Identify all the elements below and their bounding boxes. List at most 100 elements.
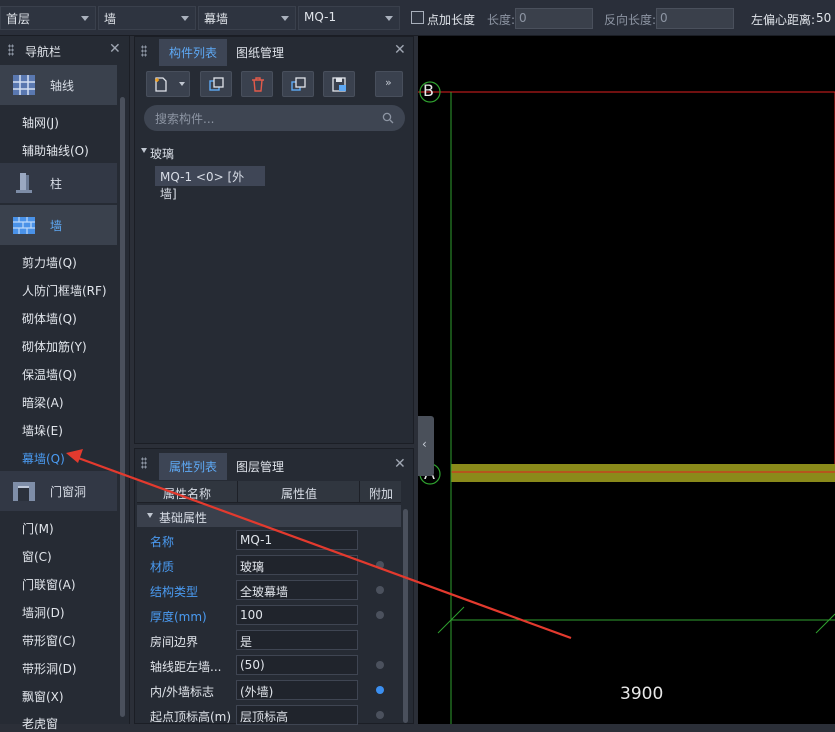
curtain-wall[interactable]: [451, 464, 835, 482]
component-select[interactable]: MQ-1: [298, 6, 400, 30]
tab-component-list[interactable]: 构件列表: [159, 39, 228, 66]
floor-select[interactable]: 首层: [0, 6, 96, 30]
drag-handle-icon[interactable]: [141, 457, 147, 469]
nav-item-masonry-wall[interactable]: 砌体墙(Q): [22, 310, 77, 327]
nav-item-curtain-wall[interactable]: 幕墙(Q): [22, 450, 65, 467]
property-value-field[interactable]: 玻璃: [236, 555, 358, 575]
column-divider: [237, 481, 238, 503]
nav-category-wall[interactable]: 墙: [0, 205, 117, 245]
attach-indicator-icon[interactable]: [376, 611, 384, 619]
drawing-canvas[interactable]: B A 3900: [418, 36, 835, 724]
tab-drawing-management[interactable]: 图纸管理: [236, 44, 284, 61]
collapse-panel-button[interactable]: ‹: [418, 416, 434, 476]
tab-layer-management[interactable]: 图层管理: [236, 458, 284, 475]
layer-copy-button[interactable]: [282, 71, 314, 97]
add-point-length-label: 点加长度: [427, 13, 476, 27]
nav-item-wall-opening[interactable]: 墙洞(D): [22, 604, 65, 621]
property-scrollbar[interactable]: [403, 509, 408, 723]
left-offset-input[interactable]: 50: [816, 11, 831, 25]
property-value-field[interactable]: 层顶标高: [236, 705, 358, 725]
tree-item-mq1[interactable]: MQ-1 <0> [外墙]: [155, 166, 265, 201]
component-select-value: MQ-1: [304, 10, 337, 24]
column-icon: [16, 173, 32, 193]
nav-category-label: 柱: [50, 176, 63, 191]
property-name: 材质: [150, 560, 175, 574]
new-component-button[interactable]: [146, 71, 190, 97]
drag-handle-icon[interactable]: [8, 44, 14, 56]
property-value-field[interactable]: MQ-1: [236, 530, 358, 550]
search-icon: [382, 112, 394, 124]
chevron-left-icon: ‹: [422, 437, 427, 451]
attach-indicator-icon[interactable]: [376, 561, 384, 569]
delete-component-button[interactable]: [241, 71, 273, 97]
attach-indicator-icon[interactable]: [376, 686, 384, 694]
save-icon: [332, 77, 346, 92]
nav-category-door-window[interactable]: 门窗洞: [0, 471, 117, 511]
property-value-field[interactable]: 是: [236, 630, 358, 650]
chevron-down-icon: [81, 16, 89, 21]
property-row[interactable]: 房间边界 是: [138, 628, 400, 653]
nav-category-column[interactable]: 柱: [0, 163, 117, 203]
property-value-field[interactable]: (外墙): [236, 680, 358, 700]
nav-item-bay-window[interactable]: 飘窗(X): [22, 688, 64, 705]
nav-scrollbar[interactable]: [120, 97, 125, 717]
nav-item-hidden-beam[interactable]: 暗梁(A): [22, 394, 64, 411]
column-header-name: 属性名称: [163, 487, 212, 501]
property-value-field[interactable]: 全玻幕墙: [236, 580, 358, 600]
property-name: 起点顶标高(m): [150, 710, 232, 724]
copy-component-button[interactable]: [200, 71, 232, 97]
column-header-extra: 附加: [369, 487, 394, 501]
property-name: 房间边界: [150, 635, 199, 649]
close-icon[interactable]: ✕: [109, 41, 121, 57]
nav-item-window[interactable]: 窗(C): [22, 548, 52, 565]
attach-indicator-icon[interactable]: [376, 586, 384, 594]
nav-item-aux-axis[interactable]: 辅助轴线(O): [22, 142, 89, 159]
length-input[interactable]: 0: [515, 8, 593, 29]
property-row[interactable]: 材质 玻璃: [138, 553, 400, 578]
drag-handle-icon[interactable]: [141, 45, 147, 57]
nav-item-axis-grid[interactable]: 轴网(J): [22, 114, 59, 131]
property-table-header: 属性名称 属性值 附加: [137, 481, 401, 503]
close-icon[interactable]: ✕: [394, 42, 406, 58]
property-row[interactable]: 轴线距左墙... (50): [138, 653, 400, 678]
nav-item-pilaster[interactable]: 墙垛(E): [22, 422, 63, 439]
property-value-field[interactable]: 100: [236, 605, 358, 625]
property-row[interactable]: 内/外墙标志 (外墙): [138, 678, 400, 703]
property-row[interactable]: 名称 MQ-1: [138, 528, 400, 553]
property-value-field[interactable]: (50): [236, 655, 358, 675]
search-placeholder: 搜索构件...: [155, 112, 215, 126]
property-row[interactable]: 厚度(mm) 100: [138, 603, 400, 628]
tab-property-list[interactable]: 属性列表: [159, 453, 228, 480]
nav-item-strip-opening[interactable]: 带形洞(D): [22, 660, 77, 677]
tree-group-glass[interactable]: 玻璃: [150, 145, 174, 162]
property-row[interactable]: 起点顶标高(m) 层顶标高: [138, 703, 400, 728]
attach-indicator-icon[interactable]: [376, 711, 384, 719]
nav-header: 导航栏 ✕: [0, 36, 130, 64]
attach-indicator-icon[interactable]: [376, 661, 384, 669]
nav-item-civil-defense-wall[interactable]: 人防门框墙(RF): [22, 282, 107, 299]
property-group-label: 基础属性: [159, 511, 208, 525]
drawing-svg[interactable]: [418, 36, 835, 724]
tree-item-label: MQ-1 <0> [外墙]: [160, 170, 245, 201]
more-tools-button[interactable]: »: [375, 71, 403, 97]
add-point-length-checkbox[interactable]: [411, 11, 424, 24]
navigation-panel: 导航栏 ✕ 轴线 轴网(J) 辅助轴线(O) 柱 墙 剪力墙(Q) 人防门框墙(…: [0, 36, 130, 731]
close-icon[interactable]: ✕: [394, 456, 406, 472]
reverse-length-input[interactable]: 0: [656, 8, 734, 29]
property-group-basic[interactable]: 基础属性: [137, 505, 401, 527]
property-row[interactable]: 结构类型 全玻幕墙: [138, 578, 400, 603]
type-select-value: 幕墙: [204, 12, 229, 26]
nav-item-door-window-combo[interactable]: 门联窗(A): [22, 576, 76, 593]
save-component-button[interactable]: [323, 71, 355, 97]
tree-expand-icon[interactable]: [141, 148, 147, 153]
search-component-input[interactable]: 搜索构件...: [144, 105, 405, 131]
nav-category-axis[interactable]: 轴线: [0, 65, 117, 105]
nav-item-strip-window[interactable]: 带形窗(C): [22, 632, 76, 649]
nav-item-shear-wall[interactable]: 剪力墙(Q): [22, 254, 77, 271]
nav-item-insulation-wall[interactable]: 保温墙(Q): [22, 366, 77, 383]
nav-item-masonry-rebar[interactable]: 砌体加筋(Y): [22, 338, 87, 355]
category-select[interactable]: 墙: [98, 6, 196, 30]
type-select[interactable]: 幕墙: [198, 6, 296, 30]
nav-item-door[interactable]: 门(M): [22, 520, 54, 537]
wall-outline[interactable]: [450, 91, 835, 475]
